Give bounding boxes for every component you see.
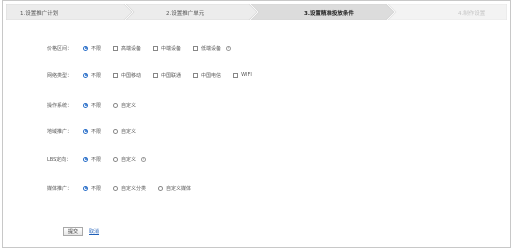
radio-icon[interactable] bbox=[113, 185, 119, 191]
radio-icon[interactable] bbox=[113, 128, 119, 134]
media-row: 媒体推广： 不限 自定义分类 自定义媒体 bbox=[47, 183, 203, 193]
step-3-label: 3.设置精准投放条件 bbox=[304, 11, 354, 17]
submit-button[interactable]: 提交 bbox=[63, 227, 83, 236]
radio-icon[interactable] bbox=[158, 185, 164, 191]
help-icon[interactable]: ? bbox=[141, 156, 147, 162]
radio-icon[interactable] bbox=[113, 102, 119, 108]
network-option-unlimited[interactable]: 不限 bbox=[83, 72, 101, 79]
network-option-wifi[interactable]: WIFI bbox=[233, 72, 252, 78]
radio-icon[interactable] bbox=[113, 156, 119, 162]
price-range-label: 价格区间： bbox=[47, 45, 73, 52]
lbs-option-unlimited[interactable]: 不限 bbox=[83, 156, 101, 163]
checkbox-icon[interactable] bbox=[113, 72, 119, 78]
price-option-high[interactable]: 高端设备 bbox=[113, 45, 141, 52]
step-2-label[interactable]: 2.设置推广单元 bbox=[166, 9, 204, 17]
price-range-row: 价格区间： 不限 高端设备 中端设备 低端设备 ? bbox=[47, 43, 232, 53]
radio-selected-icon[interactable] bbox=[83, 45, 88, 51]
network-option-unicom[interactable]: 中国联通 bbox=[153, 72, 181, 79]
step-4-label: 4.制作设置 bbox=[458, 11, 486, 17]
step-4-shape bbox=[387, 4, 507, 20]
step-arrows bbox=[6, 4, 507, 20]
step-1-label[interactable]: 1.设置推广计划 bbox=[20, 9, 58, 17]
checkbox-icon[interactable] bbox=[153, 72, 159, 78]
cancel-link[interactable]: 取消 bbox=[89, 228, 99, 235]
region-option-unlimited[interactable]: 不限 bbox=[83, 128, 101, 135]
radio-selected-icon[interactable] bbox=[83, 156, 88, 162]
checkbox-icon[interactable] bbox=[113, 45, 119, 51]
step-progress-bar: 1.设置推广计划 2.设置推广单元 3.设置精准投放条件 4.制作设置 bbox=[6, 4, 507, 20]
network-option-telecom[interactable]: 中国电信 bbox=[193, 72, 221, 79]
price-option-unlimited[interactable]: 不限 bbox=[83, 45, 101, 52]
lbs-option-custom[interactable]: 自定义 bbox=[113, 156, 136, 163]
os-option-unlimited[interactable]: 不限 bbox=[83, 102, 101, 109]
media-option-unlimited[interactable]: 不限 bbox=[83, 185, 101, 192]
region-label: 地域推广： bbox=[47, 128, 73, 135]
os-option-custom[interactable]: 自定义 bbox=[113, 102, 136, 109]
radio-selected-icon[interactable] bbox=[83, 72, 88, 78]
os-row: 操作系统： 不限 自定义 bbox=[47, 100, 148, 110]
price-option-mid[interactable]: 中端设备 bbox=[153, 45, 181, 52]
window-frame: 1.设置推广计划 2.设置推广单元 3.设置精准投放条件 4.制作设置 价格区间… bbox=[2, 0, 511, 248]
help-icon[interactable]: ? bbox=[226, 45, 232, 51]
media-option-custom-category[interactable]: 自定义分类 bbox=[113, 185, 146, 192]
media-label: 媒体推广： bbox=[47, 185, 73, 192]
radio-selected-icon[interactable] bbox=[83, 185, 88, 191]
lbs-row: LBS定向： 不限 自定义 ? bbox=[47, 154, 147, 164]
media-option-custom-media[interactable]: 自定义媒体 bbox=[158, 185, 191, 192]
radio-selected-icon[interactable] bbox=[83, 128, 88, 134]
checkbox-icon[interactable] bbox=[233, 72, 239, 78]
network-option-mobile[interactable]: 中国移动 bbox=[113, 72, 141, 79]
region-row: 地域推广： 不限 自定义 bbox=[47, 126, 148, 136]
checkbox-icon[interactable] bbox=[193, 72, 199, 78]
network-type-row: 网络类型： 不限 中国移动 中国联通 中国电信 WIFI bbox=[47, 70, 264, 80]
region-option-custom[interactable]: 自定义 bbox=[113, 128, 136, 135]
checkbox-icon[interactable] bbox=[193, 45, 199, 51]
network-type-label: 网络类型： bbox=[47, 72, 73, 79]
radio-selected-icon[interactable] bbox=[83, 102, 88, 108]
lbs-label: LBS定向： bbox=[47, 156, 72, 163]
checkbox-icon[interactable] bbox=[153, 45, 159, 51]
price-option-low[interactable]: 低端设备 bbox=[193, 45, 221, 52]
os-label: 操作系统： bbox=[47, 102, 73, 109]
